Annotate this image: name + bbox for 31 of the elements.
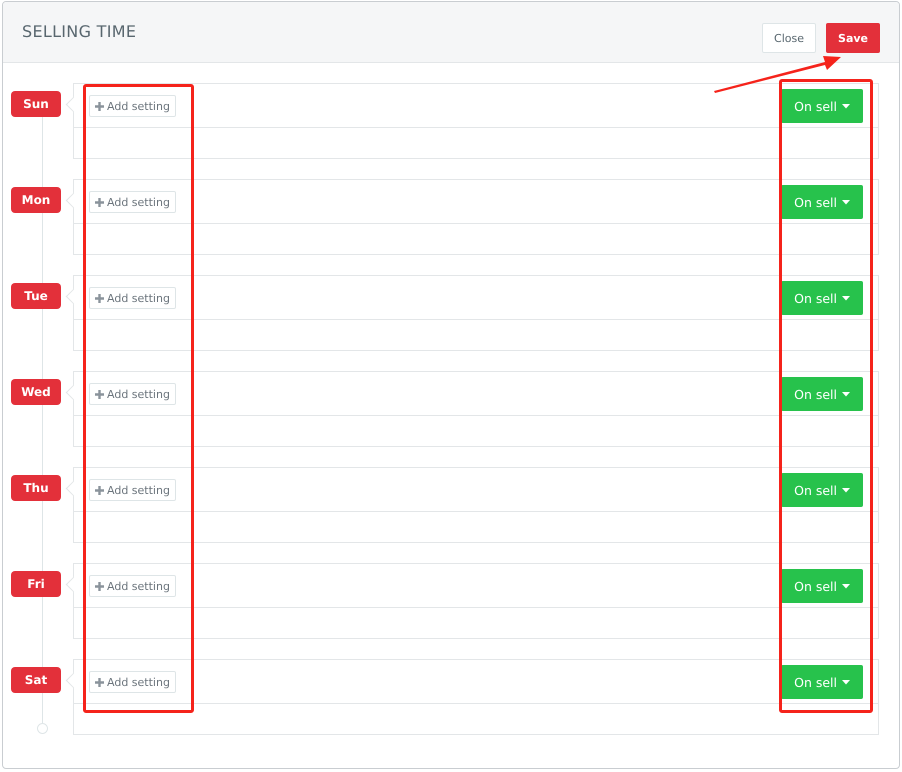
caret-icon	[842, 680, 850, 684]
plus-icon	[95, 390, 104, 398]
caret-icon	[842, 200, 850, 204]
day-label: Tue	[11, 283, 61, 309]
plus-icon	[95, 294, 104, 302]
add-setting-button[interactable]: Add setting	[89, 479, 176, 501]
caret-icon	[842, 392, 850, 396]
caret-icon	[842, 296, 850, 300]
add-setting-button[interactable]: Add setting	[89, 287, 176, 309]
add-setting-button[interactable]: Add setting	[89, 95, 176, 117]
day-label: Wed	[11, 379, 61, 405]
plus-icon	[95, 678, 104, 686]
close-button[interactable]: Close	[762, 23, 816, 53]
caret-icon	[842, 584, 850, 588]
add-setting-button[interactable]: Add setting	[89, 191, 176, 213]
day-label: Fri	[11, 571, 61, 597]
plus-icon	[95, 198, 104, 206]
caret-icon	[842, 488, 850, 492]
day-label: Sun	[11, 91, 61, 117]
plus-icon	[95, 582, 104, 590]
plus-icon	[95, 486, 104, 494]
add-setting-button[interactable]: Add setting	[89, 671, 176, 693]
add-setting-button[interactable]: Add setting	[89, 383, 176, 405]
plus-icon	[95, 102, 104, 110]
day-label: Sat	[11, 667, 61, 693]
caret-icon	[842, 104, 850, 108]
day-label: Thu	[11, 475, 61, 501]
save-button[interactable]: Save	[826, 23, 880, 53]
dialog-title: SELLING TIME	[22, 22, 136, 41]
day-label: Mon	[11, 187, 61, 213]
add-setting-button[interactable]: Add setting	[89, 575, 176, 597]
